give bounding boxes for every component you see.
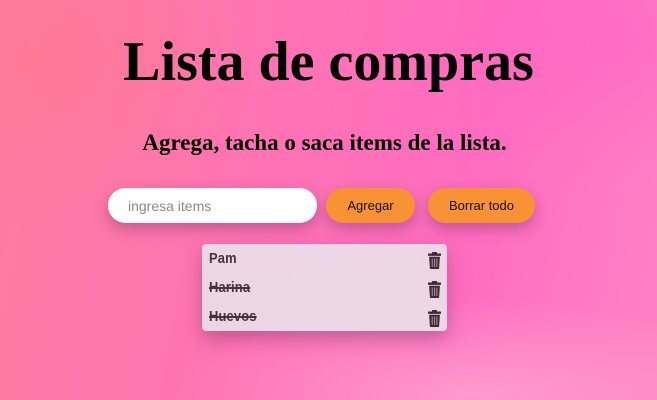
shopping-list: Pam Harina Huevos — [202, 244, 447, 331]
page-subtitle: Agrega, tacha o saca items de la lista. — [142, 130, 507, 155]
trash-icon[interactable] — [428, 252, 441, 269]
list-item-label[interactable]: Harina — [209, 279, 250, 296]
add-button[interactable]: Agregar — [326, 188, 415, 223]
list-item[interactable]: Harina — [202, 273, 447, 302]
trash-icon[interactable] — [428, 310, 441, 327]
list-item[interactable]: Huevos — [202, 302, 447, 331]
page-title: Lista de compras — [123, 31, 534, 93]
list-item-label[interactable]: Huevos — [209, 308, 257, 325]
list-item[interactable]: Pam — [202, 244, 447, 273]
clear-all-button[interactable]: Borrar todo — [428, 188, 535, 223]
list-item-label[interactable]: Pam — [209, 250, 237, 267]
item-input[interactable] — [108, 188, 317, 223]
trash-icon[interactable] — [428, 281, 441, 298]
